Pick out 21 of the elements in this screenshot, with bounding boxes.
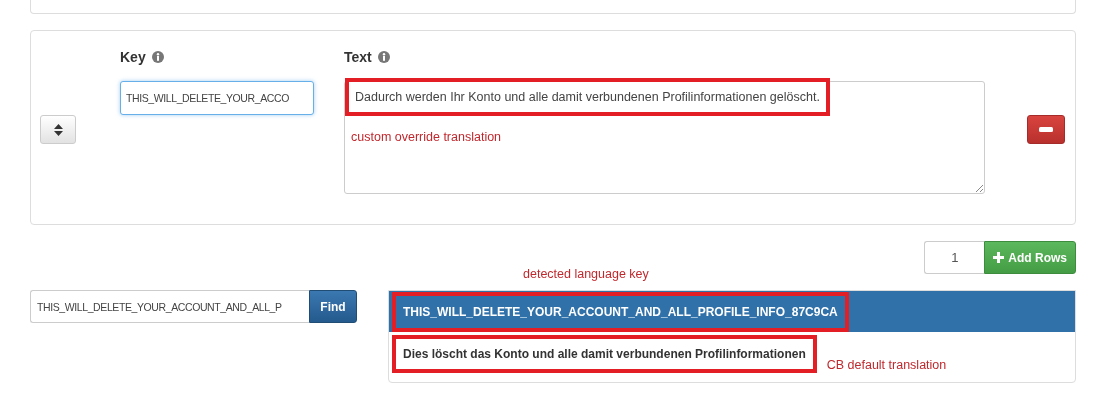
field-label: Text [344, 49, 372, 65]
info-icon [151, 51, 164, 63]
resize-grip-icon [975, 184, 983, 192]
minus-icon [1039, 127, 1053, 132]
plus-icon [993, 252, 1005, 263]
key-field[interactable]: THIS_WILL_DELETE_YOUR_ACCO [120, 81, 314, 115]
find-button[interactable]: Find [309, 290, 357, 323]
annotation-note: detected language key [523, 267, 649, 281]
sort-button[interactable] [40, 115, 76, 144]
row-count-field[interactable]: 1 [924, 241, 985, 274]
text-area[interactable]: Dadurch werden Ihr Konto und alle damit verbundenen Profilinformationen gelöscht. custom override translation [344, 81, 985, 194]
annotation-note: custom override translation [350, 130, 502, 144]
info-icon [377, 51, 390, 63]
language-key: THIS_WILL_DELETE_YOUR_ACCOUNT_AND_ALL_PROFILE_INFO_87C9CA [392, 291, 849, 332]
field-label: Key [120, 49, 146, 65]
search-field[interactable]: THIS_WILL_DELETE_YOUR_ACCOUNT_AND_ALL_P [30, 290, 309, 323]
remove-button[interactable] [1027, 115, 1065, 144]
highlighted-text: Dadurch werden Ihr Konto und alle damit verbundenen Profilinformationen gelöscht. [345, 78, 830, 116]
annotation-note: CB default translation [826, 358, 947, 372]
default-translation: Dies löscht das Konto und alle damit verbundenen Profilinformationen [392, 335, 817, 373]
sort-icon [53, 123, 63, 136]
